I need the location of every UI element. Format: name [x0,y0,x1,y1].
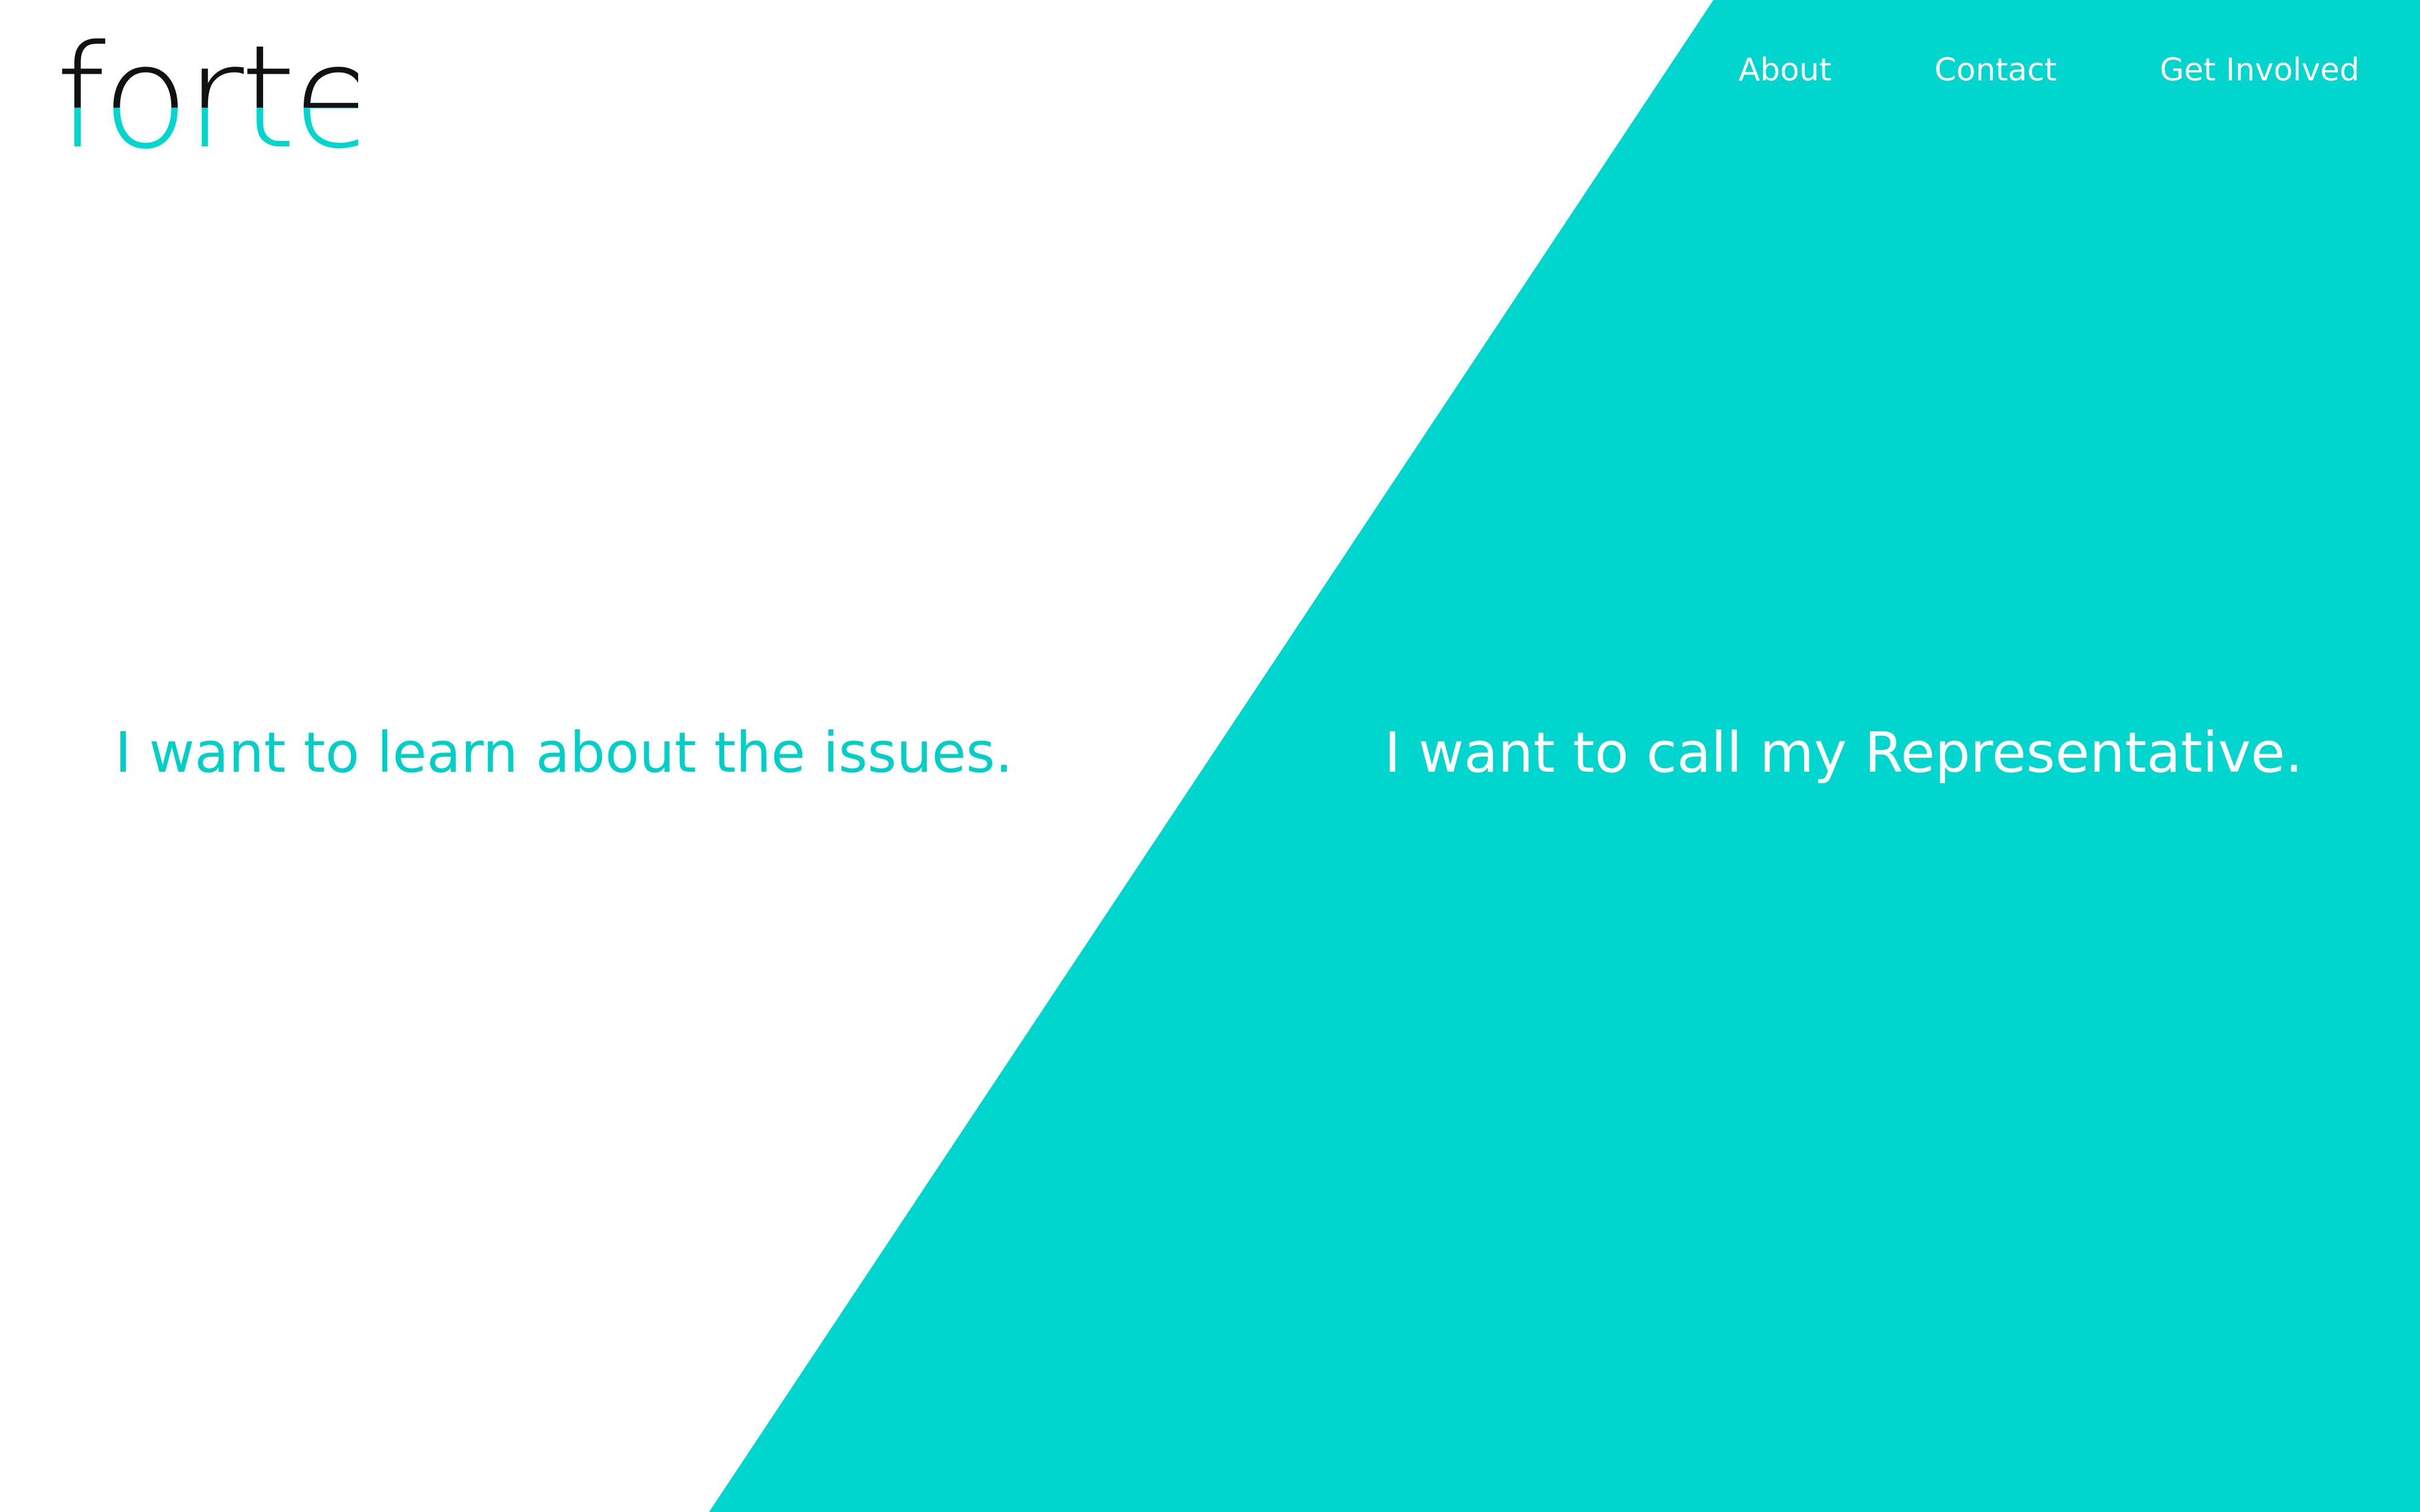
nav-contact-link[interactable]: Contact [1934,52,2056,88]
nav-get-involved-link[interactable]: Get Involved [2160,52,2360,88]
nav-about-link[interactable]: About [1739,52,1832,88]
top-navigation: About Contact Get Involved [1739,52,2360,88]
learn-issues-option[interactable]: I want to learn about the issues. [115,720,1013,786]
landing-page: forte forte About Contact Get Involved I… [0,0,2420,1512]
call-representative-option[interactable]: I want to call my Representative. [1384,720,2303,786]
forte-logo[interactable]: forte forte [56,30,358,169]
forte-logo-mark: forte forte [56,30,358,169]
